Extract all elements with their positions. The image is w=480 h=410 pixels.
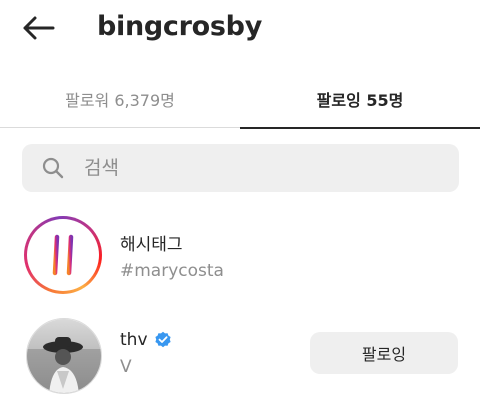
user-name-line: thv — [120, 330, 172, 350]
back-button[interactable] — [18, 10, 58, 46]
arrow-left-icon — [23, 16, 55, 40]
hashtag-icon — [44, 234, 82, 276]
header: bingcrosby — [0, 0, 480, 56]
follow-tabs: 팔로워 6,379명 팔로잉 55명 — [0, 70, 480, 129]
search-bar[interactable] — [22, 144, 459, 192]
search-icon — [42, 157, 64, 179]
list-item-user[interactable]: thv V 팔로잉 — [0, 310, 480, 400]
hashtag-name: #marycosta — [120, 261, 224, 281]
hashtag-avatar — [24, 216, 102, 294]
following-list-screen: bingcrosby 팔로워 6,379명 팔로잉 55명 검색 해시태그 #m… — [0, 0, 480, 410]
hashtag-title: 해시태그 — [120, 235, 183, 255]
avatar[interactable] — [26, 318, 102, 394]
user-full-name: V — [120, 357, 132, 377]
tab-followers[interactable]: 팔로워 6,379명 — [0, 70, 240, 128]
list-item-hashtag[interactable]: 해시태그 #marycosta — [0, 212, 480, 302]
following-button[interactable]: 팔로잉 — [310, 332, 458, 374]
profile-username: bingcrosby — [97, 11, 262, 42]
tab-following[interactable]: 팔로잉 55명 — [240, 70, 480, 129]
username: thv — [120, 330, 148, 350]
search-input[interactable] — [84, 157, 414, 179]
verified-badge-icon — [154, 331, 172, 349]
